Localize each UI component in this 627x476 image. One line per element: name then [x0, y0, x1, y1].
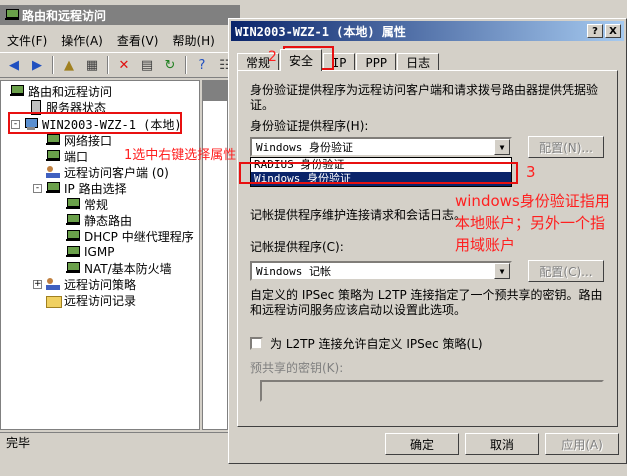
l2tp-ipsec-checkbox-label: 为 L2TP 连接允许自定义 IPSec 策略(L) [270, 337, 483, 351]
annotation-step2: 2 [268, 49, 277, 65]
menu-file[interactable]: 文件(F) [0, 32, 54, 49]
tree-label: 静态路由 [84, 213, 133, 228]
tree-label: 网络接口 [64, 133, 113, 148]
general-icon [65, 197, 81, 211]
folder-icon [45, 293, 62, 308]
tree-item-dhcp-relay[interactable]: DHCP 中继代理程序 [65, 228, 194, 244]
dialog-title: WIN2003-WZZ-1 (本地) 属性 [235, 24, 406, 39]
clients-icon [45, 165, 61, 179]
tree-item-ip-routing[interactable]: IP 路由选择 [45, 180, 127, 196]
menu-view[interactable]: 查看(V) [110, 32, 166, 49]
ports-icon [45, 149, 61, 163]
tree-item-remote-clients[interactable]: 远程访问客户端 (0) [45, 164, 169, 180]
routing-app-icon [4, 8, 19, 22]
status-text: 完毕 [6, 436, 31, 450]
tree-item-ports[interactable]: 端口 [45, 148, 88, 164]
auth-description: 身份验证提供程序为远程访问客户端和请求拨号路由器提供凭据验证。 [250, 83, 599, 112]
accounting-config-button[interactable]: 配置(C)... [528, 260, 604, 282]
up-folder-icon[interactable]: ▲ [59, 55, 79, 75]
accounting-provider-value: Windows 记帐 [256, 265, 331, 278]
network-interfaces-icon [45, 133, 61, 147]
ok-button[interactable]: 确定 [385, 433, 459, 455]
auth-provider-label: 身份验证提供程序(H): [250, 119, 369, 133]
tree-item-root[interactable]: 路由和远程访问 [9, 83, 112, 99]
annotation-note: windows身份验证指用 本地账户；另外一个指 用域账户 [455, 190, 610, 256]
ip-routing-icon [45, 181, 61, 195]
tree-item-nat[interactable]: NAT/基本防火墙 [65, 260, 172, 276]
tree-item-igmp[interactable]: IGMP [65, 244, 114, 260]
tree-item-general[interactable]: 常规 [65, 196, 108, 212]
tab-ppp[interactable]: PPP [356, 53, 397, 71]
tree-label: 远程访问客户端 (0) [64, 165, 169, 180]
toolbar-separator [107, 56, 109, 74]
annotation-step3: 3 [526, 163, 536, 181]
tree-label: 常规 [84, 197, 109, 212]
auth-provider-value: Windows 身份验证 [256, 141, 353, 154]
auth-provider-select[interactable]: Windows 身份验证 ▼ [250, 137, 512, 157]
show-tree-icon[interactable]: ▦ [82, 55, 102, 75]
mmc-titlebar: 路由和远程访问 [0, 5, 240, 25]
preshared-key-input[interactable] [260, 380, 604, 402]
ipsec-description: 自定义的 IPSec 策略为 L2TP 连接指定了一个预共享的密钥。路由和远程访… [250, 288, 603, 317]
tab-security[interactable]: 安全 [280, 49, 323, 71]
delete-icon[interactable]: ✕ [114, 55, 134, 75]
auth-config-button[interactable]: 配置(N)... [528, 136, 604, 158]
static-routes-icon [65, 213, 81, 227]
igmp-icon [65, 245, 81, 259]
tree-item-static-routes[interactable]: 静态路由 [65, 212, 132, 228]
mmc-menubar: 文件(F) 操作(A) 查看(V) 帮助(H) [0, 30, 240, 50]
tree-label: 远程访问策略 [64, 277, 137, 292]
dhcp-relay-icon [65, 229, 81, 243]
back-arrow-icon[interactable]: ◀ [4, 55, 24, 75]
help-icon[interactable]: ? [192, 55, 212, 75]
annotation-note-line3: 用域账户 [455, 236, 516, 254]
tree-item-remote-logging[interactable]: 远程访问记录 [45, 292, 136, 308]
dropdown-arrow-icon[interactable]: ▼ [494, 139, 510, 155]
toolbar-separator [185, 56, 187, 74]
cancel-button[interactable]: 取消 [465, 433, 539, 455]
menu-help[interactable]: 帮助(H) [165, 32, 221, 49]
tree-label: 路由和远程访问 [28, 84, 113, 99]
tree-item-remote-policies[interactable]: 远程访问策略 [45, 276, 136, 292]
properties-icon[interactable]: ▤ [137, 55, 157, 75]
tree-label: 远程访问记录 [64, 293, 137, 308]
close-button[interactable]: X [605, 24, 621, 38]
toolbar-separator [52, 56, 54, 74]
tree-item-network-interfaces[interactable]: 网络接口 [45, 132, 112, 148]
preshared-key-label: 预共享的密钥(K): [250, 361, 344, 375]
menu-action[interactable]: 操作(A) [54, 32, 110, 49]
tree-label: DHCP 中继代理程序 [84, 229, 194, 244]
annotation-box-server [8, 112, 182, 134]
tree-label: IGMP [84, 245, 115, 259]
l2tp-ipsec-checkbox[interactable] [250, 337, 263, 350]
dialog-titlebar: WIN2003-WZZ-1 (本地) 属性 [231, 21, 624, 41]
mmc-title: 路由和远程访问 [22, 8, 107, 23]
routing-icon [9, 84, 25, 98]
expand-toggle[interactable]: + [33, 280, 42, 289]
tab-logging[interactable]: 日志 [397, 53, 440, 71]
mmc-toolbar: ◀ ▶ ▲ ▦ ✕ ▤ ↻ ? ☷ [0, 52, 240, 78]
annotation-box-windows-auth [239, 162, 518, 184]
annotation-note-line1: windows身份验证指用 [455, 192, 610, 210]
dropdown-arrow-icon[interactable]: ▼ [494, 263, 510, 279]
apply-button[interactable]: 应用(A) [545, 433, 619, 455]
policy-icon [45, 277, 61, 291]
accounting-provider-label: 记帐提供程序(C): [250, 240, 344, 254]
nat-icon [65, 261, 81, 275]
tree-label: 端口 [64, 149, 89, 164]
collapse-toggle[interactable]: - [33, 184, 42, 193]
tree-label: NAT/基本防火墙 [84, 261, 172, 276]
help-button[interactable]: ? [587, 24, 603, 38]
accounting-provider-select[interactable]: Windows 记帐 ▼ [250, 261, 512, 281]
annotation-step1: 1选中右键选择属性 [124, 148, 237, 163]
status-bar: 完毕 [0, 432, 240, 452]
refresh-icon[interactable]: ↻ [160, 55, 180, 75]
details-header [203, 81, 227, 101]
annotation-note-line2: 本地账户；另外一个指 [455, 214, 606, 232]
details-pane[interactable] [202, 80, 228, 430]
forward-arrow-icon[interactable]: ▶ [27, 55, 47, 75]
tree-label: IP 路由选择 [64, 181, 127, 196]
